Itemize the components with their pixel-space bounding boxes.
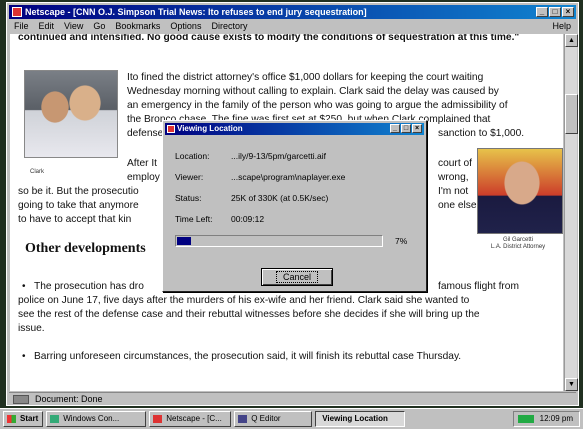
minimize-button[interactable]: _: [536, 7, 548, 17]
article-line: After It: [127, 158, 158, 169]
menu-file[interactable]: File: [9, 20, 34, 33]
article-line: police on June 17, five days after the m…: [18, 295, 470, 306]
progress-fill: [177, 237, 191, 245]
taskbar-item-label: Netscape - [C...: [166, 414, 222, 423]
photo-clark[interactable]: [24, 70, 118, 158]
bullet-icon: •: [22, 281, 26, 292]
windows-logo-icon: [7, 415, 16, 423]
section-heading: Other developments: [25, 241, 146, 256]
viewer-value: ...scape\program\naplayer.exe: [231, 172, 346, 182]
article-line: continued and intensified. No good cause…: [18, 34, 520, 43]
article-line: to have to accept that kin: [18, 214, 132, 225]
bullet-icon: •: [22, 351, 26, 362]
menu-bar: File Edit View Go Bookmarks Options Dire…: [9, 20, 576, 33]
taskbar-item-label: Q Editor: [251, 414, 281, 423]
browser-titlebar[interactable]: Netscape - [CNN O.J. Simpson Trial News:…: [9, 5, 576, 19]
viewing-location-dialog: Viewing Location _ □ × Location: ...ily/…: [162, 120, 427, 292]
article-line: Barring unforeseen circumstances, the pr…: [34, 351, 462, 362]
menu-go[interactable]: Go: [88, 20, 110, 33]
clock: 12:09 pm: [539, 414, 573, 423]
article-line: Wednesday morning without calling to exp…: [127, 86, 499, 97]
article-line: defense: [127, 128, 164, 139]
menu-bookmarks[interactable]: Bookmarks: [110, 20, 165, 33]
article-line: court of: [438, 158, 472, 169]
article-line: The prosecution has dro: [34, 281, 144, 292]
menu-view[interactable]: View: [59, 20, 88, 33]
viewer-label: Viewer:: [175, 172, 204, 182]
taskbar: Start Windows Con... Netscape - [C... Q …: [0, 408, 583, 429]
dialog-minimize-button[interactable]: _: [390, 124, 400, 133]
status-text: Document: Done: [35, 394, 103, 404]
article-line: so be it. But the prosecutio: [18, 186, 139, 197]
taskbar-item-active[interactable]: Viewing Location: [315, 411, 406, 427]
dialog-maximize-button[interactable]: □: [401, 124, 411, 133]
vertical-scrollbar[interactable]: ▲ ▼: [564, 34, 578, 391]
menu-edit[interactable]: Edit: [34, 20, 60, 33]
tray-icon[interactable]: [517, 415, 534, 423]
cancel-label: Cancel: [275, 271, 318, 283]
dialog-title: Viewing Location: [177, 124, 243, 133]
article-line: one else: [438, 200, 477, 211]
status-value: 25K of 330K (at 0.5K/sec): [231, 193, 329, 203]
dialog-titlebar[interactable]: Viewing Location _ □ ×: [165, 123, 424, 135]
taskbar-item-label: Windows Con...: [63, 414, 120, 423]
system-tray: 12:09 pm: [512, 411, 580, 427]
taskbar-item[interactable]: Windows Con...: [46, 411, 147, 427]
photo-garcetti[interactable]: [477, 148, 563, 234]
close-button[interactable]: ×: [562, 7, 574, 17]
article-line: Ito fined the district attorney's office…: [127, 72, 484, 83]
article-line: issue.: [18, 323, 45, 334]
security-key-icon: [13, 395, 29, 404]
netscape-icon: [12, 7, 22, 17]
dialog-app-icon: [167, 125, 175, 133]
menu-help[interactable]: Help: [547, 20, 576, 33]
timeleft-label: Time Left:: [175, 214, 213, 224]
photo-caption-title: L.A. District Attorney: [490, 244, 546, 250]
browser-title: Netscape - [CNN O.J. Simpson Trial News:…: [25, 7, 367, 17]
crt-screen: Netscape - [CNN O.J. Simpson Trial News:…: [0, 0, 583, 429]
timeleft-value: 00:09:12: [231, 214, 265, 224]
scroll-thumb[interactable]: [565, 94, 578, 134]
menu-options[interactable]: Options: [165, 20, 206, 33]
taskbar-item[interactable]: Q Editor: [234, 411, 313, 427]
dialog-close-button[interactable]: ×: [412, 124, 422, 133]
taskbar-item[interactable]: Netscape - [C...: [149, 411, 232, 427]
progress-percent: 7%: [395, 236, 408, 246]
article-line: I'm not: [438, 186, 469, 197]
scroll-down-icon[interactable]: ▼: [565, 378, 578, 391]
photo-caption: Clark: [30, 169, 45, 175]
photo-caption: Gil Garcetti L.A. District Attorney: [488, 237, 548, 251]
article-line: employ: [127, 172, 160, 183]
netscape-icon: [153, 415, 163, 423]
maximize-button[interactable]: □: [549, 7, 561, 17]
article-line: wrong,: [438, 172, 469, 183]
article-line: famous flight from: [438, 281, 519, 292]
article-line: see the rest of the defense case and the…: [18, 309, 480, 320]
article-line: an emergency in the family of the person…: [127, 100, 508, 111]
location-value: ...ily/9-13/5pm/garcetti.aif: [231, 151, 326, 161]
start-label: Start: [20, 414, 39, 423]
download-progress-bar: [175, 235, 383, 247]
taskbar-item-label: Viewing Location: [322, 414, 388, 423]
editor-icon: [238, 415, 248, 423]
article-line: going to take that anymore: [18, 200, 139, 211]
cancel-button[interactable]: Cancel: [261, 268, 333, 286]
menu-directory[interactable]: Directory: [206, 20, 252, 33]
location-label: Location:: [175, 151, 210, 161]
article-line: sanction to $1,000.: [438, 128, 525, 139]
windows-control-icon: [50, 415, 60, 423]
scroll-up-icon[interactable]: ▲: [565, 34, 578, 47]
status-bar: Document: Done: [9, 392, 576, 405]
status-label: Status:: [175, 193, 202, 203]
photo-caption-name: Gil Garcetti: [502, 237, 533, 243]
start-button[interactable]: Start: [3, 411, 44, 427]
